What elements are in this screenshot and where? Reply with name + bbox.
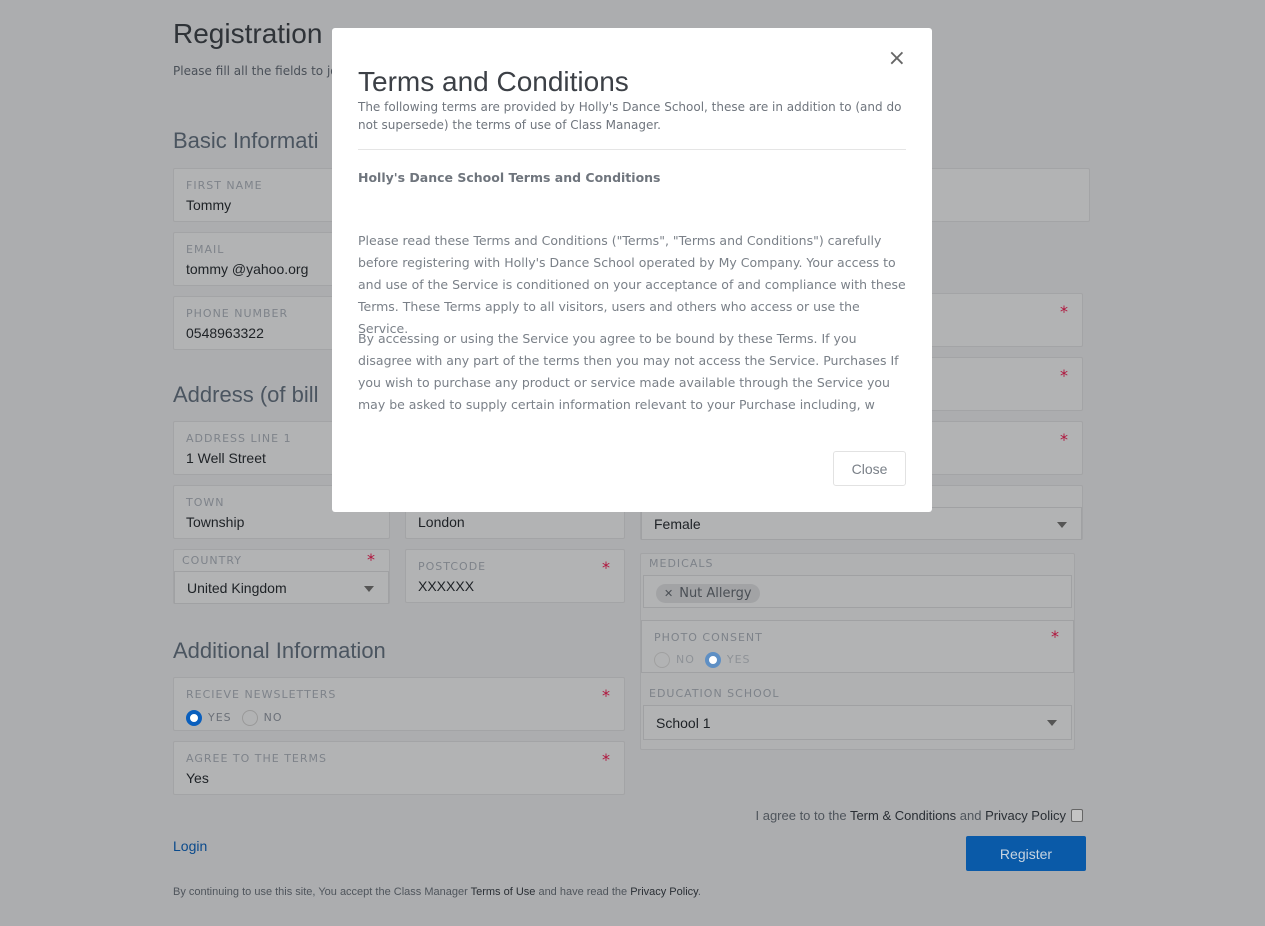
field-label: PHOTO CONSENT <box>654 631 763 644</box>
field-value: tommy @yahoo.org <box>186 261 309 277</box>
footer-part: . <box>697 886 701 898</box>
radio-label: YES <box>726 653 751 666</box>
close-icon[interactable]: × <box>888 46 906 71</box>
section-address: Address (of bill <box>173 382 319 407</box>
required-mark: * <box>1060 302 1068 321</box>
radio-label: NO <box>263 711 283 724</box>
caret-down-icon <box>1047 720 1057 726</box>
field-value: XXXXXX <box>418 578 475 594</box>
register-button[interactable]: Register <box>966 836 1086 871</box>
modal-paragraph: Please read these Terms and Conditions (… <box>358 233 906 336</box>
required-mark: * <box>367 550 375 569</box>
login-link[interactable]: Login <box>173 838 207 854</box>
agree-checkbox[interactable] <box>1071 809 1083 822</box>
photo-yes-radio[interactable] <box>704 651 721 668</box>
newsletters-no-radio[interactable] <box>241 709 258 726</box>
modal-heading: Holly's Dance School Terms and Condition… <box>358 170 661 185</box>
field-label: ADDRESS LINE 1 <box>186 432 292 445</box>
required-mark: * <box>1051 627 1059 646</box>
required-mark: * <box>602 558 610 577</box>
remove-tag-icon[interactable]: ✕ <box>664 587 673 600</box>
country-select[interactable]: United Kingdom <box>174 571 389 604</box>
radio-label: NO <box>676 653 695 666</box>
agree-terms-field[interactable]: AGREE TO THE TERMS * Yes <box>173 741 625 795</box>
section-additional: Additional Information <box>173 638 386 663</box>
field-value: Tommy <box>186 197 232 213</box>
modal-paragraph: By accessing or using the Service you ag… <box>358 331 899 412</box>
terms-of-use-link[interactable]: Terms of Use <box>471 886 536 898</box>
terms-modal: × Terms and Conditions The following ter… <box>332 28 932 512</box>
field-label: POSTCODE <box>418 560 487 573</box>
close-button[interactable]: Close <box>833 451 906 486</box>
agree-row: I agree to to the Term & Conditions and … <box>755 808 1083 823</box>
required-mark: * <box>602 750 610 769</box>
photo-consent-field[interactable]: PHOTO CONSENT * NO YES <box>641 620 1074 673</box>
postcode-field[interactable]: POSTCODE * XXXXXX <box>405 549 625 603</box>
radio-label: YES <box>208 711 232 724</box>
section-basic: Basic Informati <box>173 128 319 153</box>
select-value: United Kingdom <box>187 580 287 596</box>
field-value: Township <box>186 514 245 530</box>
caret-down-icon <box>1057 522 1067 528</box>
field-label: FIRST NAME <box>186 179 263 192</box>
terms-link[interactable]: Term & Conditions <box>850 808 956 823</box>
medicals-label: MEDICALS <box>649 557 714 570</box>
footer-part: By continuing to use this site, You acce… <box>173 886 471 898</box>
field-label: RECIEVE NEWSLETTERS <box>186 688 337 701</box>
modal-title: Terms and Conditions <box>358 66 629 97</box>
caret-down-icon <box>364 586 374 592</box>
medicals-multiselect[interactable]: ✕ Nut Allergy <box>643 575 1072 608</box>
field-value: London <box>418 514 465 530</box>
photo-no-radio[interactable] <box>654 651 670 668</box>
field-label: PHONE NUMBER <box>186 307 289 320</box>
required-mark: * <box>602 686 610 705</box>
footer-text: By continuing to use this site, You acce… <box>173 886 701 898</box>
tag-label: Nut Allergy <box>679 586 752 601</box>
field-value: 1 Well Street <box>186 450 266 466</box>
field-label: TOWN <box>186 496 225 509</box>
medical-tag: ✕ Nut Allergy <box>656 584 760 603</box>
newsletters-field[interactable]: RECIEVE NEWSLETTERS * YES NO <box>173 677 625 731</box>
modal-subtitle: The following terms are provided by Holl… <box>358 100 902 132</box>
education-label: EDUCATION SCHOOL <box>649 687 780 700</box>
privacy-link[interactable]: Privacy Policy <box>985 808 1066 823</box>
select-value: Female <box>654 516 701 532</box>
field-value: Yes <box>186 770 209 786</box>
agree-text: I agree to to the <box>755 808 850 823</box>
agree-text: and <box>956 808 986 823</box>
divider <box>358 149 906 150</box>
required-mark: * <box>1060 366 1068 385</box>
page-subtitle: Please fill all the fields to joi <box>173 64 341 78</box>
privacy-policy-link[interactable]: Privacy Policy <box>630 886 698 898</box>
field-label: EMAIL <box>186 243 225 256</box>
extra-fields-panel: MEDICALS ✕ Nut Allergy PHOTO CONSENT * NO YE… <box>640 553 1075 750</box>
field-value: 0548963322 <box>186 325 264 341</box>
required-mark: * <box>1060 430 1068 449</box>
page-title: Registration <box>173 18 323 49</box>
field-label: AGREE TO THE TERMS <box>186 752 327 765</box>
education-select[interactable]: School 1 <box>643 705 1072 740</box>
field-label: COUNTRY <box>182 554 242 567</box>
select-value: School 1 <box>656 715 711 731</box>
footer-part: and have read the <box>535 886 631 898</box>
country-field[interactable]: COUNTRY * United Kingdom <box>173 549 390 604</box>
newsletters-yes-radio[interactable] <box>186 709 202 726</box>
